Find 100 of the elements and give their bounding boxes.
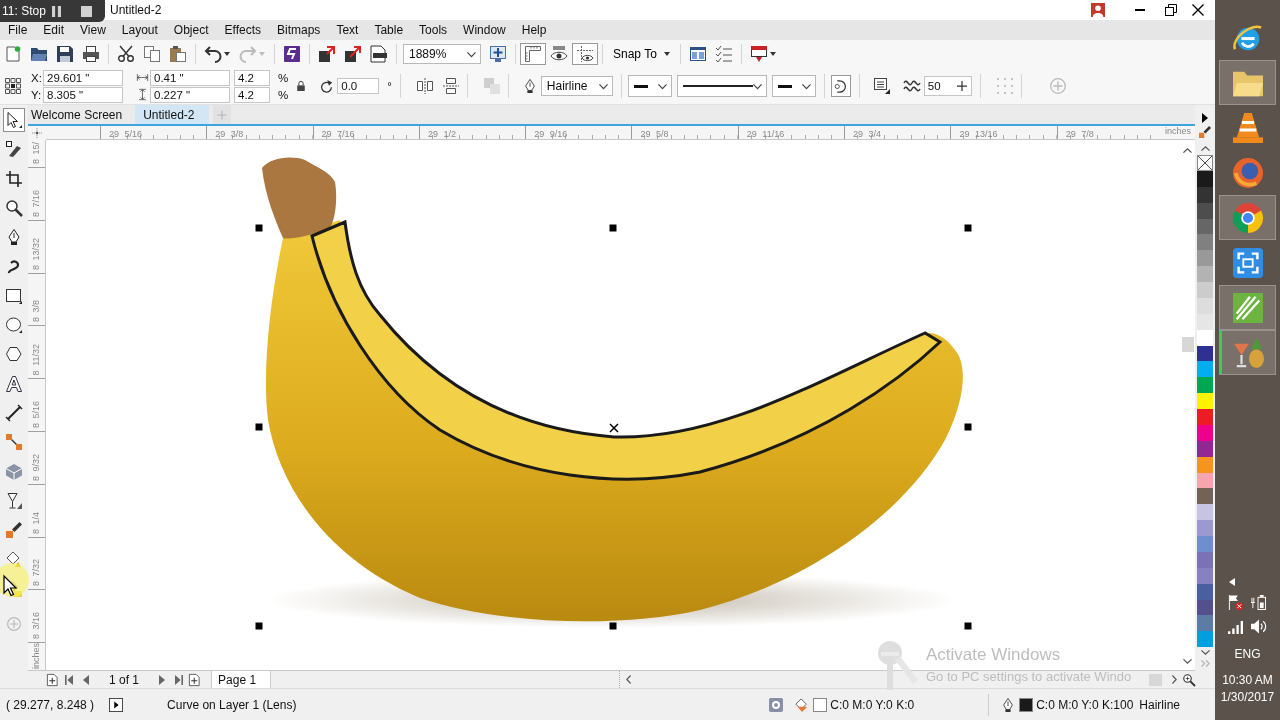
menu-item[interactable]: Effects — [216, 23, 269, 37]
show-hidden-icon[interactable] — [1229, 578, 1236, 586]
color-swatch[interactable] — [1197, 536, 1213, 552]
document-tab[interactable]: Untitled-2 — [135, 105, 209, 124]
scroll-thumb[interactable] — [1149, 673, 1162, 686]
outline-width-dropdown[interactable]: Hairline — [540, 76, 613, 96]
recorder-label[interactable]: 11: Stop — [0, 4, 46, 18]
color-swatch[interactable] — [1197, 488, 1213, 505]
line-style-dropdown[interactable] — [676, 75, 767, 97]
size-field[interactable]: 0.227 " — [150, 86, 230, 103]
color-swatch[interactable] — [1197, 250, 1213, 267]
ring-icon[interactable] — [769, 697, 784, 712]
snap-to-dropdown[interactable]: Snap To — [607, 47, 676, 61]
zoom-icon[interactable] — [1183, 673, 1195, 686]
selection-handle[interactable] — [255, 423, 263, 431]
restore-icon[interactable] — [1165, 4, 1177, 16]
mirror-horizontal-icon[interactable] — [416, 78, 433, 94]
selection-handle[interactable] — [964, 423, 972, 431]
color-swatch[interactable] — [1197, 520, 1213, 536]
document-tab[interactable]: Welcome Screen — [28, 105, 132, 124]
close-curve-button[interactable] — [830, 75, 851, 97]
size-field[interactable]: 0.41 " — [150, 69, 230, 86]
menu-item[interactable]: Object — [165, 23, 217, 37]
color-swatch[interactable] — [1197, 377, 1213, 394]
color-swatch[interactable] — [1197, 504, 1213, 521]
signal-icon[interactable] — [1228, 619, 1244, 634]
mirror-vertical-icon[interactable] — [442, 78, 459, 94]
taskbar-button[interactable] — [1219, 60, 1276, 105]
text-wrap-icon[interactable] — [873, 78, 890, 94]
battery-icon[interactable] — [1251, 595, 1267, 610]
last-page-icon[interactable] — [175, 674, 184, 685]
clock-time[interactable]: 10:30 AM — [1222, 673, 1273, 687]
menu-item[interactable]: Help — [513, 23, 555, 37]
stop-icon[interactable] — [80, 5, 92, 17]
menu-item[interactable]: Bitmaps — [269, 23, 329, 37]
next-page-icon[interactable] — [159, 674, 166, 685]
scale-field[interactable]: 4.2 — [234, 86, 270, 103]
selection-handle[interactable] — [964, 622, 972, 630]
scroll-left-icon[interactable] — [626, 675, 631, 684]
selection-handle[interactable] — [609, 224, 617, 232]
scroll-thumb[interactable] — [1181, 337, 1194, 352]
user-icon[interactable] — [1091, 3, 1105, 17]
previous-page-icon[interactable] — [83, 674, 89, 685]
guidelines-button[interactable] — [572, 43, 598, 65]
add-page-icon[interactable] — [189, 673, 202, 686]
selection-handle[interactable] — [255, 224, 263, 232]
end-arrowhead-dropdown[interactable] — [771, 75, 816, 97]
ruler-label: 29 3/4 — [852, 129, 882, 140]
menu-item[interactable]: Edit — [35, 23, 73, 37]
color-swatch[interactable] — [1197, 409, 1213, 425]
flyout-arrow-icon[interactable] — [1202, 113, 1208, 123]
add-page-icon[interactable] — [47, 673, 59, 686]
scale-field[interactable]: 4.2 — [234, 69, 270, 86]
clock-date[interactable]: 1/30/2017 — [1220, 690, 1275, 704]
taskbar-button[interactable] — [1219, 285, 1276, 330]
page-tab[interactable]: Page 1 — [211, 671, 272, 688]
pick-tool[interactable] — [3, 108, 25, 132]
taskbar-button[interactable] — [1219, 195, 1276, 240]
menu-item[interactable]: Text — [328, 23, 367, 37]
position-field[interactable]: 29.601 " — [43, 69, 123, 86]
menu-item[interactable]: Layout — [113, 23, 166, 37]
color-swatch[interactable] — [1197, 631, 1213, 648]
play-icon[interactable] — [109, 697, 124, 712]
selection-handle[interactable] — [609, 622, 617, 630]
selected-curve[interactable] — [310, 220, 942, 481]
lock-icon[interactable] — [296, 81, 307, 91]
position-field[interactable]: 8.305 " — [43, 86, 123, 103]
selection-handle[interactable] — [964, 224, 972, 232]
rotation-field[interactable]: 0.0 — [337, 78, 380, 94]
menu-item[interactable]: Table — [366, 23, 412, 37]
color-swatch[interactable] — [1197, 266, 1213, 282]
cursor-icon — [3, 575, 17, 597]
start-arrowhead-dropdown[interactable] — [627, 75, 672, 97]
selection-handle[interactable] — [255, 622, 263, 630]
smoothing-field[interactable]: 50 — [923, 76, 972, 96]
scroll-right-icon[interactable] — [1172, 675, 1177, 684]
color-swatch[interactable] — [1197, 361, 1213, 378]
language-indicator[interactable]: ENG — [1234, 647, 1261, 661]
flag-icon[interactable] — [1228, 595, 1244, 610]
rulers-button[interactable] — [520, 43, 546, 65]
menu-item[interactable]: Tools — [411, 23, 456, 37]
pen-nib-icon[interactable] — [522, 79, 537, 93]
color-swatch[interactable] — [1197, 393, 1213, 409]
speaker-icon[interactable] — [1251, 619, 1267, 634]
rotate-icon[interactable] — [320, 79, 334, 93]
color-swatch[interactable] — [1197, 234, 1213, 251]
ruler-label: 29 13/16 — [958, 129, 998, 140]
menu-item[interactable]: File — [0, 23, 36, 37]
close-icon[interactable] — [1192, 4, 1204, 16]
menu-item[interactable]: View — [72, 23, 114, 37]
ruler-origin-icon[interactable] — [32, 128, 42, 138]
zoom-level-dropdown[interactable]: 1889% — [403, 44, 481, 64]
eyedropper-icon[interactable] — [1199, 126, 1211, 138]
menu-item[interactable]: Window — [455, 23, 514, 37]
grid-icon[interactable] — [5, 78, 21, 94]
color-swatch[interactable] — [1197, 615, 1213, 632]
first-page-icon[interactable] — [65, 674, 73, 685]
no-color-swatch[interactable] — [1197, 155, 1213, 171]
color-swatch[interactable] — [1197, 282, 1213, 298]
pause-icon[interactable] — [51, 5, 61, 17]
